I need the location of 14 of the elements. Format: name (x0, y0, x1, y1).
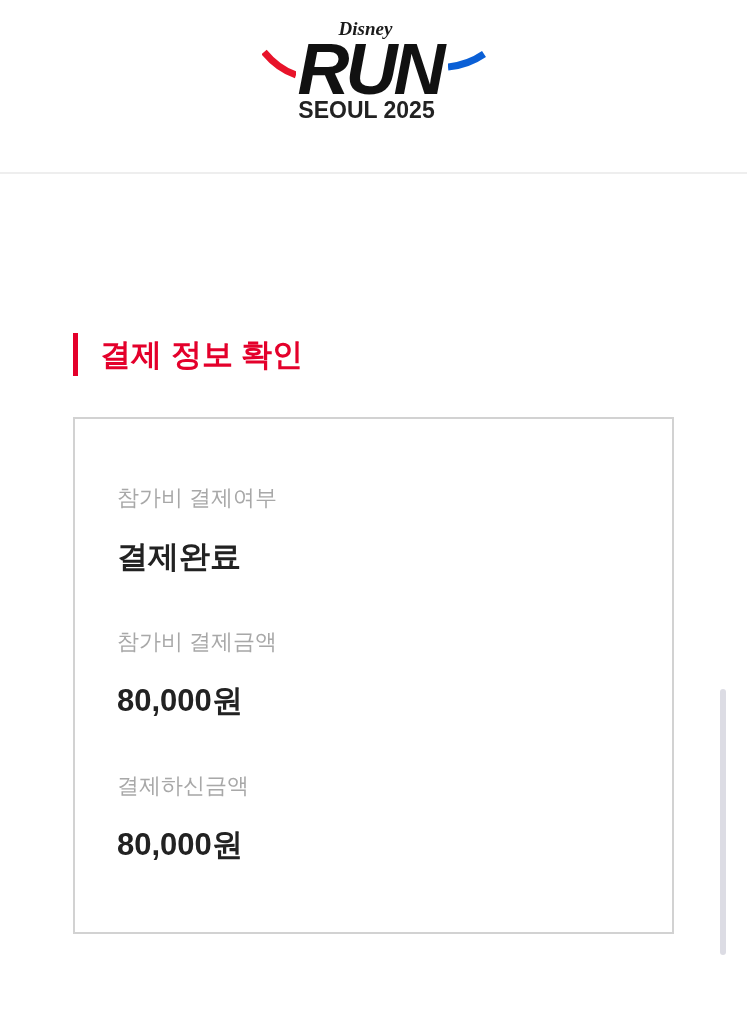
field-value: 결제완료 (117, 538, 241, 576)
accent-bar-icon (73, 333, 78, 376)
logo-title: RUN (297, 41, 445, 97)
field-label: 참가비 결제금액 (117, 628, 278, 656)
field-value: 80,000원 (117, 682, 243, 720)
logo-subtitle: SEOUL 2025 (298, 97, 435, 123)
section-title: 결제 정보 확인 (100, 335, 304, 374)
ribbon-icon (261, 49, 296, 79)
field-label: 결제하신금액 (117, 772, 249, 800)
field-label: 참가비 결제여부 (117, 484, 278, 512)
ribbon-icon (447, 51, 486, 71)
scrollbar-thumb[interactable] (720, 689, 726, 955)
field-value: 80,000원 (117, 826, 243, 864)
brand-wordmark: Disney (338, 17, 393, 41)
